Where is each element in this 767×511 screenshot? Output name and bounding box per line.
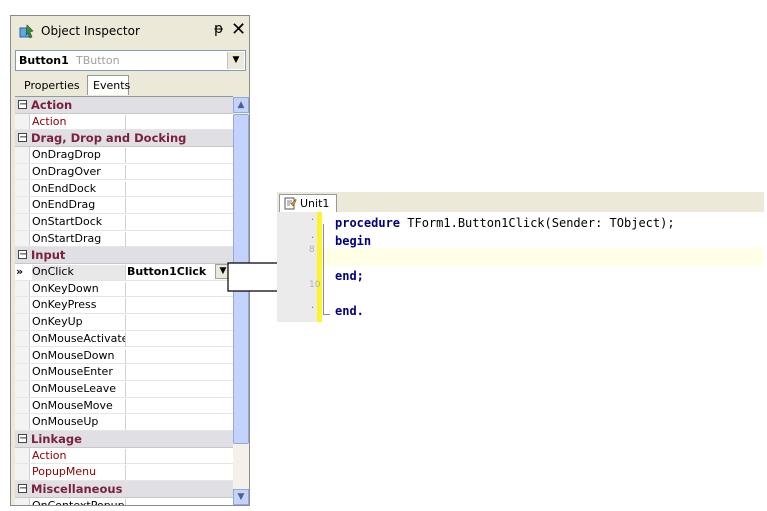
category-label: Linkage (31, 432, 82, 446)
tab-unit1-label: Unit1 (300, 197, 330, 210)
category-label: Miscellaneous (31, 482, 123, 497)
gutter-line-number: 8 (309, 245, 315, 255)
current-line-highlight (322, 248, 764, 266)
event-row[interactable]: OnContextPopup (15, 498, 233, 505)
event-row[interactable]: OnMouseEnter (15, 364, 233, 381)
inspector-title: Object Inspector (41, 24, 140, 38)
event-row[interactable]: OnMouseUp (15, 414, 233, 431)
close-icon[interactable]: ✕ (231, 19, 246, 40)
event-row[interactable]: PopupMenu (15, 464, 233, 482)
event-name: OnDragOver (32, 164, 126, 180)
object-inspector-icon (19, 24, 34, 39)
gutter-line-marker: · (311, 232, 315, 244)
scroll-up-icon[interactable]: ▲ (233, 97, 249, 113)
code-text: TForm1.Button1Click(Sender: TObject); (400, 216, 675, 230)
code-keyword: begin (335, 233, 372, 248)
code-keyword: procedure (335, 216, 401, 230)
event-row[interactable]: OnDragOver (15, 164, 233, 181)
event-name: OnMouseLeave (32, 381, 126, 397)
component-type: TButton (76, 54, 120, 67)
event-row[interactable]: OnStartDrag (15, 231, 233, 248)
event-row[interactable]: OnMouseMove (15, 398, 233, 415)
component-selector[interactable]: Button1 TButton ▼ (15, 50, 246, 71)
event-name: Action (32, 114, 126, 130)
event-name: OnClick (32, 265, 126, 280)
tab-properties[interactable]: Properties (19, 77, 87, 94)
event-row[interactable]: Action (15, 448, 233, 465)
event-name: OnKeyDown (32, 281, 126, 297)
gutter-line-number: 10 (309, 280, 321, 290)
tab-events[interactable]: Events (87, 75, 130, 95)
event-name: OnStartDock (32, 214, 126, 230)
event-row[interactable]: OnMouseDown (15, 348, 233, 365)
event-name: Action (32, 448, 126, 464)
event-name: OnKeyPress (32, 298, 126, 314)
unit-file-icon (284, 197, 297, 210)
event-name: OnDragDrop (32, 148, 126, 164)
chevron-down-icon[interactable]: ▼ (227, 52, 244, 69)
event-grid: − Action Action − Drag, Drop and Docking OnDr… (15, 96, 233, 505)
component-name: Button1 (19, 54, 69, 67)
category-row[interactable]: − Miscellaneous (15, 481, 233, 498)
tab-unit1[interactable]: Unit1 (279, 194, 337, 213)
event-row[interactable]: OnDragDrop (15, 147, 233, 164)
event-name: OnEndDock (32, 181, 126, 197)
event-name: OnMouseMove (32, 398, 126, 414)
event-row[interactable]: OnMouseActivate (15, 331, 233, 348)
event-name: OnStartDrag (32, 231, 126, 247)
pin-icon[interactable]: ᵽ (214, 21, 223, 37)
event-name: OnMouseUp (32, 415, 126, 431)
event-row[interactable]: OnStartDock (15, 214, 233, 231)
inspector-title-bar: Object Inspector ᵽ ✕ (11, 16, 249, 46)
category-label: Action (31, 98, 73, 112)
event-name: OnMouseActivate (32, 331, 126, 347)
object-inspector-panel: Object Inspector ᵽ ✕ Button1 TButton ▼ P… (10, 15, 250, 506)
category-label: Drag, Drop and Docking (31, 131, 187, 146)
category-row[interactable]: − Drag, Drop and Docking (15, 130, 233, 148)
code-line[interactable]: begin (335, 234, 371, 248)
scroll-down-icon[interactable]: ▼ (233, 489, 249, 505)
event-name: OnMouseEnter (32, 365, 126, 381)
code-fold-bracket[interactable] (323, 224, 330, 315)
category-row[interactable]: − Input (15, 247, 233, 264)
event-row[interactable]: Action (15, 114, 233, 131)
collapse-icon[interactable]: − (18, 133, 27, 143)
editor-tab-bar: Unit1 (277, 192, 764, 213)
event-handler-value[interactable]: Button1Click (127, 265, 206, 278)
event-row[interactable]: OnMouseLeave (15, 381, 233, 398)
collapse-icon[interactable]: − (18, 434, 27, 444)
code-line[interactable]: end; (335, 269, 364, 283)
modified-lines-bar (317, 212, 322, 322)
event-name: OnKeyUp (32, 315, 126, 331)
gutter-line-marker: · (311, 302, 315, 314)
event-row[interactable]: OnKeyUp (15, 314, 233, 331)
collapse-icon[interactable]: − (18, 250, 27, 260)
collapse-icon[interactable]: − (18, 100, 27, 110)
event-row[interactable]: OnEndDock (15, 181, 233, 198)
category-row[interactable]: − Linkage (15, 431, 233, 448)
editor-body[interactable]: procedure TForm1.Button1Click(Sender: TO… (277, 212, 764, 322)
collapse-icon[interactable]: − (18, 484, 27, 494)
category-row[interactable]: − Action (15, 97, 233, 114)
code-line[interactable]: procedure TForm1.Button1Click(Sender: TO… (335, 216, 675, 230)
code-editor: Unit1 procedure TForm1.Button1Click(Send… (277, 192, 764, 322)
event-row[interactable]: OnKeyPress (15, 297, 233, 315)
code-keyword: end; (335, 268, 364, 283)
event-row[interactable]: OnEndDrag (15, 197, 233, 214)
code-line[interactable]: end. (335, 304, 364, 318)
event-row[interactable]: OnKeyDown (15, 281, 233, 298)
event-name: OnMouseDown (32, 348, 126, 364)
event-name: OnContextPopup (32, 498, 126, 505)
category-label: Input (31, 248, 66, 263)
event-name: OnEndDrag (32, 198, 126, 214)
event-name: PopupMenu (32, 465, 126, 481)
gutter-line-marker: · (311, 215, 315, 226)
code-keyword: end. (335, 303, 364, 318)
event-row[interactable]: » OnClick Button1Click ▼ (15, 264, 233, 281)
selected-row-indicator-icon: » (16, 265, 24, 278)
